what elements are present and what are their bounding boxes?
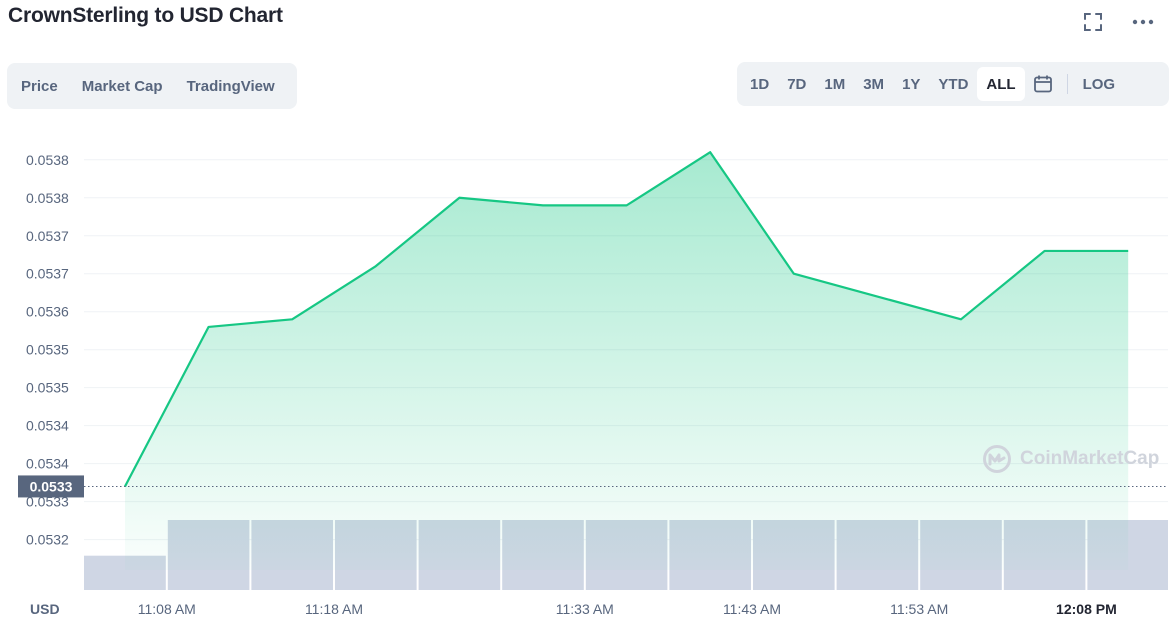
x-tick-label: 12:08 PM (1056, 601, 1117, 617)
coinmarketcap-logo-icon (983, 445, 1011, 473)
fullscreen-icon[interactable] (1081, 10, 1105, 34)
y-tick-label: 0.0538 (26, 190, 69, 206)
y-tick-label: 0.0534 (26, 418, 69, 434)
x-tick-label: 11:08 AM (138, 601, 196, 617)
y-tick-label: 0.0538 (26, 152, 69, 168)
x-tick-label: 11:33 AM (556, 601, 614, 617)
y-tick-label: 0.0534 (26, 456, 69, 472)
range-1d[interactable]: 1D (741, 67, 778, 101)
range-3m[interactable]: 3M (854, 67, 893, 101)
tab-market-cap[interactable]: Market Cap (72, 69, 173, 103)
tab-price[interactable]: Price (11, 69, 68, 103)
watermark: CoinMarketCap (982, 444, 1159, 474)
watermark-text: CoinMarketCap (1020, 448, 1160, 469)
x-tick-label: 11:53 AM (890, 601, 948, 617)
calendar-icon[interactable] (1025, 67, 1061, 101)
y-tick-label: 0.0537 (26, 266, 69, 282)
page-title: CrownSterling to USD Chart (8, 4, 283, 27)
range-selector: 1D 7D 1M 3M 1Y YTD ALL LOG (737, 62, 1169, 106)
chart-type-tabs: Price Market Cap TradingView (7, 63, 297, 109)
range-1y[interactable]: 1Y (893, 67, 929, 101)
more-icon[interactable] (1131, 10, 1155, 34)
y-tick-label: 0.0536 (26, 304, 69, 320)
y-tick-label: 0.0537 (26, 228, 69, 244)
range-ytd[interactable]: YTD (929, 67, 977, 101)
range-all[interactable]: ALL (977, 67, 1025, 101)
y-tick-label: 0.0532 (26, 532, 69, 548)
range-7d[interactable]: 7D (778, 67, 815, 101)
x-tick-label: 11:43 AM (723, 601, 781, 617)
range-divider (1066, 74, 1068, 94)
range-1m[interactable]: 1M (815, 67, 854, 101)
y-tick-label: 0.0535 (26, 342, 69, 358)
tab-tradingview[interactable]: TradingView (177, 69, 285, 103)
current-price-label: 0.0533 (30, 478, 73, 494)
chart-toolbar-icons (1081, 10, 1155, 34)
price-area (125, 152, 1129, 570)
price-chart[interactable]: 0.0538 0.0538 0.0537 0.0537 0.0536 0.0535 0.05… (0, 120, 1173, 622)
currency-label: USD (30, 601, 60, 617)
x-tick-label: 11:18 AM (305, 601, 363, 617)
log-toggle[interactable]: LOG (1074, 67, 1125, 101)
y-tick-label: 0.0535 (26, 380, 69, 396)
